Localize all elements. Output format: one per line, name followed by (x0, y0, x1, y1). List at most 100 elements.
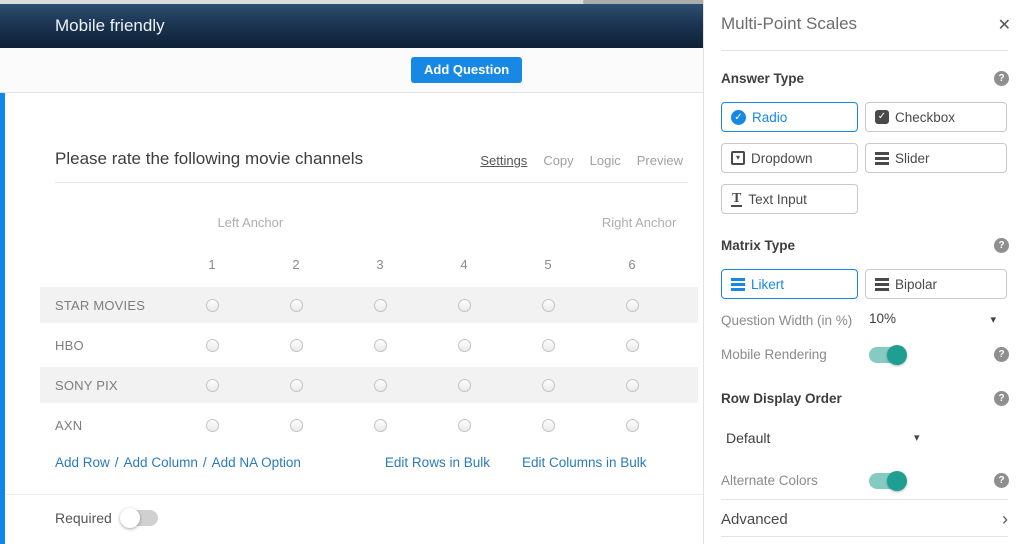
advanced-section[interactable]: Advanced › (721, 506, 1008, 534)
tab-logic[interactable]: Logic (590, 153, 621, 168)
radio-button[interactable] (374, 299, 387, 312)
radio-button[interactable] (206, 339, 219, 352)
answer-type-slider[interactable]: Slider (865, 143, 1007, 173)
matrix-type-bipolar[interactable]: Bipolar (865, 269, 1007, 299)
radio-button[interactable] (542, 339, 555, 352)
radio-button[interactable] (290, 379, 303, 392)
question-tabs: Settings Copy Logic Preview (480, 153, 683, 168)
help-icon[interactable]: ? (994, 391, 1009, 406)
radio-button[interactable] (626, 419, 639, 432)
row-label: STAR MOVIES (55, 298, 170, 313)
right-anchor-label: Right Anchor (580, 215, 698, 230)
radio-button[interactable] (290, 299, 303, 312)
question-width-label: Question Width (in %) (721, 313, 852, 328)
add-row-link[interactable]: Add Row (55, 455, 110, 470)
text-input-icon: T (731, 192, 742, 207)
radio-button[interactable] (458, 339, 471, 352)
help-icon[interactable]: ? (994, 71, 1009, 86)
required-toggle[interactable] (122, 510, 158, 526)
matrix-row-hbo: HBO (40, 327, 698, 363)
radio-button[interactable] (458, 379, 471, 392)
bipolar-bars-icon (875, 278, 889, 291)
edit-rows-bulk-link[interactable]: Edit Rows in Bulk (385, 455, 490, 470)
radio-button[interactable] (374, 339, 387, 352)
radio-button[interactable] (374, 419, 387, 432)
row-label: AXN (55, 418, 170, 433)
answer-type-radio[interactable]: ✓ Radio (721, 102, 858, 132)
title-divider (55, 182, 688, 183)
anchor-row: Left Anchor Right Anchor (40, 211, 698, 233)
footer-divider (5, 494, 703, 495)
dropdown-square-icon: ▾ (731, 151, 745, 165)
required-label: Required (55, 510, 112, 526)
check-circle-icon: ✓ (731, 110, 746, 125)
radio-button[interactable] (458, 419, 471, 432)
check-square-icon: ✓ (875, 110, 889, 124)
scale-col-6: 6 (590, 257, 674, 272)
add-na-option-link[interactable]: Add NA Option (212, 455, 301, 470)
alternate-colors-label: Alternate Colors (721, 473, 818, 488)
row-label: SONY PIX (55, 378, 170, 393)
question-width-caret-icon[interactable]: ▾ (990, 313, 996, 326)
chevron-right-icon: › (1002, 509, 1008, 530)
required-row: Required (55, 510, 158, 526)
matrix-row-star-movies: STAR MOVIES (40, 287, 698, 323)
answer-type-dropdown[interactable]: ▾ Dropdown (721, 143, 858, 173)
radio-button[interactable] (290, 339, 303, 352)
tab-copy[interactable]: Copy (543, 153, 573, 168)
advanced-label: Advanced (721, 511, 788, 528)
help-icon[interactable]: ? (994, 238, 1009, 253)
row-display-order-caret-icon[interactable]: ▾ (914, 431, 920, 444)
radio-button[interactable] (206, 379, 219, 392)
radio-button[interactable] (542, 299, 555, 312)
answer-type-checkbox[interactable]: ✓ Checkbox (865, 102, 1007, 132)
tab-settings[interactable]: Settings (480, 153, 527, 168)
scale-col-1: 1 (170, 257, 254, 272)
radio-button[interactable] (290, 419, 303, 432)
mobile-rendering-label: Mobile Rendering (721, 347, 827, 362)
close-icon[interactable]: ✕ (998, 15, 1011, 35)
add-question-button[interactable]: Add Question (411, 57, 522, 83)
left-anchor-label: Left Anchor (168, 215, 333, 230)
radio-button[interactable] (626, 339, 639, 352)
help-icon[interactable]: ? (994, 473, 1009, 488)
row-display-order-value[interactable]: Default (726, 430, 770, 446)
likert-bars-icon (731, 278, 745, 291)
matrix-type-label: Matrix Type (721, 238, 795, 253)
edit-columns-bulk-link[interactable]: Edit Columns in Bulk (522, 455, 647, 470)
matrix-edit-links: Add Row / Add Column / Add NA Option Edi… (55, 455, 685, 470)
answer-type-label: Answer Type (721, 71, 804, 86)
alternate-colors-toggle[interactable] (869, 473, 905, 489)
mobile-rendering-toggle[interactable] (869, 347, 905, 363)
add-column-link[interactable]: Add Column (124, 455, 198, 470)
sidebar-title: Multi-Point Scales (721, 14, 857, 34)
radio-button[interactable] (458, 299, 471, 312)
row-display-order-label: Row Display Order (721, 391, 842, 406)
survey-title: Mobile friendly (55, 16, 165, 36)
add-question-toolbar: Add Question (0, 48, 703, 93)
question-title: Please rate the following movie channels (55, 149, 363, 169)
scale-col-3: 3 (338, 257, 422, 272)
radio-button[interactable] (542, 379, 555, 392)
radio-button[interactable] (374, 379, 387, 392)
question-width-value[interactable]: 10% (869, 311, 896, 326)
matrix-row-sony-pix: SONY PIX (40, 367, 698, 403)
scale-col-4: 4 (422, 257, 506, 272)
matrix-row-axn: AXN (40, 407, 698, 443)
question-card: Please rate the following movie channels… (0, 93, 703, 544)
settings-sidebar: Multi-Point Scales ✕ Answer Type ? ✓ Rad… (703, 0, 1023, 544)
scale-col-2: 2 (254, 257, 338, 272)
tab-preview[interactable]: Preview (637, 153, 683, 168)
radio-button[interactable] (206, 419, 219, 432)
radio-button[interactable] (542, 419, 555, 432)
slider-bars-icon (875, 152, 889, 165)
scale-header-row: 1 2 3 4 5 6 (40, 253, 698, 275)
radio-button[interactable] (206, 299, 219, 312)
answer-type-text-input[interactable]: T Text Input (721, 184, 858, 214)
radio-button[interactable] (626, 299, 639, 312)
radio-button[interactable] (626, 379, 639, 392)
help-icon[interactable]: ? (994, 347, 1009, 362)
matrix-type-likert[interactable]: Likert (721, 269, 858, 299)
scale-col-5: 5 (506, 257, 590, 272)
row-label: HBO (55, 338, 170, 353)
